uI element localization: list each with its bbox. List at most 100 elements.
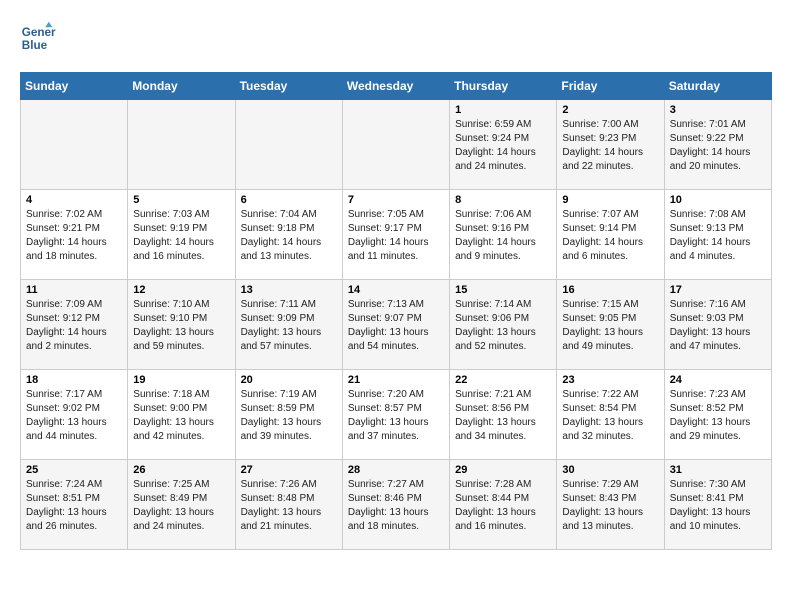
day-number: 14 <box>348 284 444 296</box>
calendar-cell: 25 Sunrise: 7:24 AM Sunset: 8:51 PM Dayli… <box>21 460 128 550</box>
weekday-header-thursday: Thursday <box>450 73 557 100</box>
day-info: Sunrise: 7:14 AM Sunset: 9:06 PM Dayligh… <box>455 298 551 354</box>
calendar-cell: 30 Sunrise: 7:29 AM Sunset: 8:43 PM Dayli… <box>557 460 664 550</box>
day-number: 13 <box>241 284 337 296</box>
calendar-cell: 9Sunrise: 7:07 AM Sunset: 9:14 PM Daylig… <box>557 190 664 280</box>
weekday-header-monday: Monday <box>128 73 235 100</box>
day-number: 31 <box>670 464 766 476</box>
day-info: Sunrise: 7:01 AM Sunset: 9:22 PM Dayligh… <box>670 118 766 174</box>
day-info: Sunrise: 7:23 AM Sunset: 8:52 PM Dayligh… <box>670 388 766 444</box>
day-info: Sunrise: 7:24 AM Sunset: 8:51 PM Dayligh… <box>26 478 122 534</box>
calendar-week-row: 4 Sunrise: 7:02 AM Sunset: 9:21 PM Daylig… <box>21 190 772 280</box>
day-info: Sunrise: 7:21 AM Sunset: 8:56 PM Dayligh… <box>455 388 551 444</box>
day-number: 26 <box>133 464 229 476</box>
calendar-cell: 26 Sunrise: 7:25 AM Sunset: 8:49 PM Dayli… <box>128 460 235 550</box>
calendar-cell: 13 Sunrise: 7:11 AM Sunset: 9:09 PM Dayli… <box>235 280 342 370</box>
generalblue-logo-icon: General Blue <box>20 20 56 56</box>
day-info: Sunrise: 7:30 AM Sunset: 8:41 PM Dayligh… <box>670 478 766 534</box>
day-info: Sunrise: 7:17 AM Sunset: 9:02 PM Dayligh… <box>26 388 122 444</box>
calendar-cell: 14 Sunrise: 7:13 AM Sunset: 9:07 PM Dayli… <box>342 280 449 370</box>
calendar-cell: 16 Sunrise: 7:15 AM Sunset: 9:05 PM Dayli… <box>557 280 664 370</box>
calendar-week-row: 25 Sunrise: 7:24 AM Sunset: 8:51 PM Dayli… <box>21 460 772 550</box>
day-number: 4 <box>26 194 122 206</box>
day-number: 30 <box>562 464 658 476</box>
day-number: 7 <box>348 194 444 206</box>
day-number: 1 <box>455 104 551 116</box>
calendar-cell: 17 Sunrise: 7:16 AM Sunset: 9:03 PM Dayli… <box>664 280 771 370</box>
calendar-cell <box>342 100 449 190</box>
day-info: Sunrise: 7:15 AM Sunset: 9:05 PM Dayligh… <box>562 298 658 354</box>
page-header: General Blue <box>20 20 772 56</box>
weekday-header-friday: Friday <box>557 73 664 100</box>
day-number: 28 <box>348 464 444 476</box>
calendar-cell: 28 Sunrise: 7:27 AM Sunset: 8:46 PM Dayli… <box>342 460 449 550</box>
day-number: 27 <box>241 464 337 476</box>
day-info: Sunrise: 7:02 AM Sunset: 9:21 PM Dayligh… <box>26 208 122 264</box>
day-number: 2 <box>562 104 658 116</box>
day-number: 20 <box>241 374 337 386</box>
calendar-cell <box>235 100 342 190</box>
day-number: 21 <box>348 374 444 386</box>
calendar-cell: 27Sunrise: 7:26 AM Sunset: 8:48 PM Dayli… <box>235 460 342 550</box>
calendar-cell: 6Sunrise: 7:04 AM Sunset: 9:18 PM Daylig… <box>235 190 342 280</box>
day-info: Sunrise: 7:00 AM Sunset: 9:23 PM Dayligh… <box>562 118 658 174</box>
day-info: Sunrise: 7:28 AM Sunset: 8:44 PM Dayligh… <box>455 478 551 534</box>
weekday-header-tuesday: Tuesday <box>235 73 342 100</box>
calendar-cell: 31 Sunrise: 7:30 AM Sunset: 8:41 PM Dayli… <box>664 460 771 550</box>
calendar-table: SundayMondayTuesdayWednesdayThursdayFrid… <box>20 72 772 550</box>
day-number: 11 <box>26 284 122 296</box>
weekday-header-sunday: Sunday <box>21 73 128 100</box>
day-number: 22 <box>455 374 551 386</box>
svg-text:Blue: Blue <box>22 39 48 52</box>
day-info: Sunrise: 7:13 AM Sunset: 9:07 PM Dayligh… <box>348 298 444 354</box>
day-info: Sunrise: 7:27 AM Sunset: 8:46 PM Dayligh… <box>348 478 444 534</box>
day-number: 16 <box>562 284 658 296</box>
day-number: 17 <box>670 284 766 296</box>
calendar-week-row: 11 Sunrise: 7:09 AM Sunset: 9:12 PM Dayli… <box>21 280 772 370</box>
calendar-cell: 5Sunrise: 7:03 AM Sunset: 9:19 PM Daylig… <box>128 190 235 280</box>
day-info: Sunrise: 7:16 AM Sunset: 9:03 PM Dayligh… <box>670 298 766 354</box>
day-info: Sunrise: 7:10 AM Sunset: 9:10 PM Dayligh… <box>133 298 229 354</box>
calendar-cell: 2 Sunrise: 7:00 AM Sunset: 9:23 PM Daylig… <box>557 100 664 190</box>
day-info: Sunrise: 7:25 AM Sunset: 8:49 PM Dayligh… <box>133 478 229 534</box>
day-info: Sunrise: 7:18 AM Sunset: 9:00 PM Dayligh… <box>133 388 229 444</box>
day-info: Sunrise: 7:06 AM Sunset: 9:16 PM Dayligh… <box>455 208 551 264</box>
weekday-header-saturday: Saturday <box>664 73 771 100</box>
calendar-cell: 22 Sunrise: 7:21 AM Sunset: 8:56 PM Dayli… <box>450 370 557 460</box>
calendar-cell: 3 Sunrise: 7:01 AM Sunset: 9:22 PM Daylig… <box>664 100 771 190</box>
weekday-header-row: SundayMondayTuesdayWednesdayThursdayFrid… <box>21 73 772 100</box>
day-number: 19 <box>133 374 229 386</box>
day-number: 5 <box>133 194 229 206</box>
calendar-cell <box>21 100 128 190</box>
day-info: Sunrise: 7:05 AM Sunset: 9:17 PM Dayligh… <box>348 208 444 264</box>
calendar-header: SundayMondayTuesdayWednesdayThursdayFrid… <box>21 73 772 100</box>
calendar-body: 1 Sunrise: 6:59 AM Sunset: 9:24 PM Daylig… <box>21 100 772 550</box>
calendar-cell: 21 Sunrise: 7:20 AM Sunset: 8:57 PM Dayli… <box>342 370 449 460</box>
day-info: Sunrise: 7:20 AM Sunset: 8:57 PM Dayligh… <box>348 388 444 444</box>
day-number: 18 <box>26 374 122 386</box>
calendar-cell: 11 Sunrise: 7:09 AM Sunset: 9:12 PM Dayli… <box>21 280 128 370</box>
logo: General Blue <box>20 20 56 56</box>
day-number: 25 <box>26 464 122 476</box>
day-number: 9 <box>562 194 658 206</box>
day-info: Sunrise: 7:29 AM Sunset: 8:43 PM Dayligh… <box>562 478 658 534</box>
calendar-cell: 20 Sunrise: 7:19 AM Sunset: 8:59 PM Dayli… <box>235 370 342 460</box>
calendar-cell: 18 Sunrise: 7:17 AM Sunset: 9:02 PM Dayli… <box>21 370 128 460</box>
calendar-week-row: 1 Sunrise: 6:59 AM Sunset: 9:24 PM Daylig… <box>21 100 772 190</box>
day-info: Sunrise: 7:19 AM Sunset: 8:59 PM Dayligh… <box>241 388 337 444</box>
day-info: Sunrise: 7:11 AM Sunset: 9:09 PM Dayligh… <box>241 298 337 354</box>
calendar-cell <box>128 100 235 190</box>
day-number: 10 <box>670 194 766 206</box>
calendar-cell: 8 Sunrise: 7:06 AM Sunset: 9:16 PM Daylig… <box>450 190 557 280</box>
day-number: 12 <box>133 284 229 296</box>
day-info: Sunrise: 6:59 AM Sunset: 9:24 PM Dayligh… <box>455 118 551 174</box>
day-number: 23 <box>562 374 658 386</box>
day-info: Sunrise: 7:09 AM Sunset: 9:12 PM Dayligh… <box>26 298 122 354</box>
day-info: Sunrise: 7:04 AM Sunset: 9:18 PM Dayligh… <box>241 208 337 264</box>
calendar-cell: 29Sunrise: 7:28 AM Sunset: 8:44 PM Dayli… <box>450 460 557 550</box>
day-number: 8 <box>455 194 551 206</box>
svg-text:General: General <box>22 26 56 39</box>
day-number: 3 <box>670 104 766 116</box>
day-info: Sunrise: 7:22 AM Sunset: 8:54 PM Dayligh… <box>562 388 658 444</box>
weekday-header-wednesday: Wednesday <box>342 73 449 100</box>
